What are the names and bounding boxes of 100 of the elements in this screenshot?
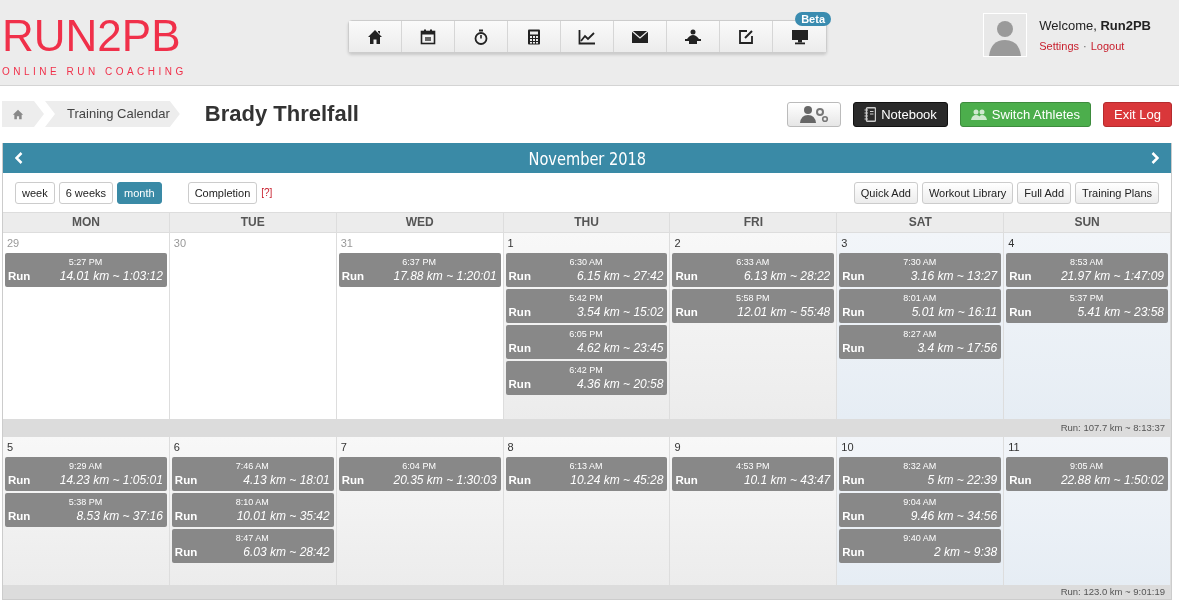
day-cell[interactable]: 4 8:53 AM Run 21.97 km ~ 1:47:09 5:37 PM Run 5.41 km ~ 23:58	[1004, 233, 1171, 419]
day-cell[interactable]: 6 7:46 AM Run 4.13 km ~ 18:01 8:10 AM Run 10.01 km ~ 35:42 8:47 AM Run 6.03 km ~ 28:42	[169, 437, 337, 585]
day-cell[interactable]: 9 4:53 PM Run 10.1 km ~ 43:47	[670, 437, 838, 585]
nav-button[interactable]	[667, 21, 720, 52]
logout-link[interactable]: Logout	[1090, 40, 1125, 52]
completion-button[interactable]: Completion	[187, 181, 258, 204]
weekday-header: SUN	[1004, 213, 1171, 232]
date-number: 30	[172, 236, 188, 251]
workout-card[interactable]: 9:29 AM Run 14.23 km ~ 1:05:01	[5, 457, 167, 491]
day-cell[interactable]: 2 6:33 AM Run 6.13 km ~ 28:22 5:58 PM Run 12.01 km ~ 55:48	[670, 233, 838, 419]
workout-card[interactable]: 8:32 AM Run 5 km ~ 22:39	[839, 457, 1002, 491]
workout-card[interactable]: 5:38 PM Run 8.53 km ~ 37:16	[5, 493, 167, 527]
day-cell[interactable]: 5 9:29 AM Run 14.23 km ~ 1:05:01 5:38 PM Run 8.53 km ~ 37:16	[3, 437, 170, 585]
view-tab[interactable]: week	[15, 181, 55, 204]
workout-card[interactable]: 6:30 AM Run 6.15 km ~ 27:42	[505, 253, 668, 287]
previous-month-icon[interactable]	[15, 152, 23, 164]
workout-card[interactable]: 6:13 AM Run 10.24 km ~ 45:28	[505, 457, 668, 491]
date-number: 8	[506, 440, 515, 455]
workout-card[interactable]: 6:42 PM Run 4.36 km ~ 20:58	[505, 361, 668, 395]
notebook-button[interactable]: Notebook	[853, 101, 948, 127]
date-number: 29	[6, 236, 21, 251]
workout-card[interactable]: 9:40 AM Run 2 km ~ 9:38	[839, 529, 1002, 563]
date-number: 10	[840, 440, 855, 455]
logo-title[interactable]: RUN2PB	[2, 10, 181, 62]
calendar-icon	[420, 28, 436, 45]
stopwatch-icon	[473, 28, 489, 45]
nav-button[interactable]	[614, 21, 667, 52]
toolbar-button[interactable]: Quick Add	[853, 181, 918, 204]
workout-card[interactable]: 9:04 AM Run 9.46 km ~ 34:56	[839, 493, 1002, 527]
date-number: 4	[1007, 236, 1016, 251]
date-number: 11	[1007, 440, 1021, 455]
toolbar-button[interactable]: Full Add	[1017, 181, 1072, 204]
workout-card[interactable]: 8:10 AM Run 10.01 km ~ 35:42	[171, 493, 334, 527]
weekday-header: SAT	[837, 213, 1005, 232]
day-cell[interactable]: 11 9:05 AM Run 22.88 km ~ 1:50:02	[1004, 437, 1171, 585]
day-cell[interactable]: 1 6:30 AM Run 6.15 km ~ 27:42 5:42 PM Run 3.54 km ~ 15:02 6:05 PM Run 4.62 km ~ 23:45 6:42 PM Run 4.36 km ~ 20:58	[503, 233, 671, 419]
users-icon	[970, 108, 987, 120]
workout-card[interactable]: 6:33 AM Run 6.13 km ~ 28:22	[672, 253, 835, 287]
workout-card[interactable]: 5:27 PM Run 14.01 km ~ 1:03:12	[5, 253, 167, 287]
view-tab[interactable]: 6 weeks	[58, 181, 114, 204]
breadcrumb-item[interactable]: Training Calendar	[45, 101, 180, 127]
nav-button[interactable]	[720, 21, 773, 52]
day-cell[interactable]: 3 7:30 AM Run 3.16 km ~ 13:27 8:01 AM Run 5.01 km ~ 16:11 8:27 AM Run 3.4 km ~ 17:56	[837, 233, 1005, 419]
workout-card[interactable]: 8:27 AM Run 3.4 km ~ 17:56	[839, 325, 1002, 359]
date-number: 5	[6, 440, 15, 455]
workout-card[interactable]: 4:53 PM Run 10.1 km ~ 43:47	[672, 457, 835, 491]
date-number: 6	[172, 440, 181, 455]
day-cell[interactable]: 8 6:13 AM Run 10.24 km ~ 45:28	[503, 437, 671, 585]
workout-card[interactable]: 6:04 PM Run 20.35 km ~ 1:30:03	[338, 457, 501, 491]
nav-button[interactable]	[455, 21, 508, 52]
workout-card[interactable]: 5:42 PM Run 3.54 km ~ 15:02	[505, 289, 668, 323]
view-tab[interactable]: month	[117, 181, 162, 204]
user-gears-icon	[799, 105, 830, 123]
day-cell[interactable]: 31 6:37 PM Run 17.88 km ~ 1:20:01	[336, 233, 504, 419]
workout-card[interactable]: 5:58 PM Run 12.01 km ~ 55:48	[672, 289, 835, 323]
workout-card[interactable]: 8:01 AM Run 5.01 km ~ 16:11	[839, 289, 1002, 323]
next-month-icon[interactable]	[1151, 152, 1159, 164]
workout-card[interactable]: 7:30 AM Run 3.16 km ~ 13:27	[839, 253, 1002, 287]
home-icon	[12, 108, 24, 120]
nav-button[interactable]	[561, 21, 614, 52]
day-cell[interactable]: 7 6:04 PM Run 20.35 km ~ 1:30:03	[336, 437, 504, 585]
date-number: 31	[339, 236, 354, 251]
breadcrumb-home[interactable]	[2, 101, 44, 127]
workout-card[interactable]: 6:05 PM Run 4.62 km ~ 23:45	[505, 325, 668, 359]
nav-button[interactable]	[402, 21, 455, 52]
settings-link[interactable]: Settings	[1039, 40, 1079, 52]
nav-button[interactable]	[773, 21, 826, 52]
logo-tagline: ONLINE RUN COACHING	[2, 66, 188, 77]
help-link[interactable]: [?]	[261, 187, 273, 198]
switch-athletes-button[interactable]: Switch Athletes	[959, 101, 1091, 127]
toolbar-button[interactable]: Training Plans	[1075, 181, 1159, 204]
nav-button[interactable]	[508, 21, 561, 52]
home-icon	[367, 28, 383, 45]
athlete-settings-button[interactable]	[787, 101, 842, 127]
day-cell[interactable]: 29 5:27 PM Run 14.01 km ~ 1:03:12	[3, 233, 170, 419]
month-title: November 2018	[528, 147, 646, 169]
weekday-header: MON	[3, 213, 170, 232]
exit-log-button[interactable]: Exit Log	[1103, 101, 1172, 127]
day-cell[interactable]: 10 8:32 AM Run 5 km ~ 22:39 9:04 AM Run 9.46 km ~ 34:56 9:40 AM Run 2 km ~ 9:38	[837, 437, 1005, 585]
lamp-icon	[684, 28, 702, 45]
date-number: 9	[673, 440, 682, 455]
workout-card[interactable]: 5:37 PM Run 5.41 km ~ 23:58	[1006, 289, 1168, 323]
workout-card[interactable]: 8:47 AM Run 6.03 km ~ 28:42	[171, 529, 334, 563]
weekday-header: WED	[336, 213, 504, 232]
separator-dot: ·	[1083, 40, 1087, 52]
line-chart-icon	[578, 28, 596, 45]
date-number: 3	[840, 236, 849, 251]
nav-button[interactable]	[349, 21, 402, 52]
weekday-header: TUE	[169, 213, 337, 232]
calculator-icon	[527, 28, 541, 45]
date-number: 7	[339, 440, 348, 455]
edit-icon	[738, 28, 754, 45]
workout-card[interactable]: 8:53 AM Run 21.97 km ~ 1:47:09	[1006, 253, 1168, 287]
workout-card[interactable]: 9:05 AM Run 22.88 km ~ 1:50:02	[1006, 457, 1168, 491]
envelope-icon	[631, 29, 649, 44]
workout-card[interactable]: 7:46 AM Run 4.13 km ~ 18:01	[171, 457, 334, 491]
workout-card[interactable]: 6:37 PM Run 17.88 km ~ 1:20:01	[338, 253, 501, 287]
date-number: 1	[506, 236, 515, 251]
toolbar-button[interactable]: Workout Library	[921, 181, 1014, 204]
date-number: 2	[673, 236, 682, 251]
